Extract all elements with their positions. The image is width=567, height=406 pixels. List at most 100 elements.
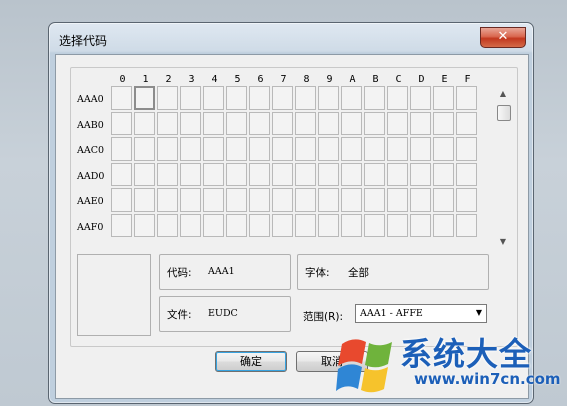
chevron-down-icon[interactable]: ▼ <box>476 308 482 317</box>
grid-cell[interactable] <box>134 162 155 186</box>
grid-cell[interactable] <box>341 111 362 135</box>
grid-cell[interactable] <box>433 188 454 212</box>
grid-cell[interactable] <box>410 111 431 135</box>
grid-cell[interactable] <box>364 162 385 186</box>
grid-cell[interactable] <box>456 111 477 135</box>
grid-cell[interactable] <box>318 111 339 135</box>
grid-cell[interactable] <box>111 213 132 237</box>
grid-cell[interactable] <box>364 188 385 212</box>
grid-cell[interactable] <box>226 162 247 186</box>
grid-cell[interactable] <box>456 137 477 161</box>
grid-cell[interactable] <box>387 137 408 161</box>
grid-cell[interactable] <box>180 86 201 110</box>
grid-cell[interactable] <box>111 86 132 110</box>
scroll-up-icon[interactable]: ▲ <box>495 87 511 101</box>
grid-cell[interactable] <box>272 213 293 237</box>
grid-cell[interactable] <box>295 162 316 186</box>
grid-cell[interactable] <box>203 162 224 186</box>
grid-cell[interactable] <box>249 86 270 110</box>
grid-cell[interactable] <box>203 188 224 212</box>
grid-cell[interactable] <box>226 188 247 212</box>
grid-cell[interactable] <box>203 111 224 135</box>
grid-cell[interactable] <box>157 111 178 135</box>
grid-cell[interactable] <box>387 162 408 186</box>
grid-cell[interactable] <box>157 213 178 237</box>
grid-cell[interactable] <box>203 137 224 161</box>
grid-cell[interactable] <box>157 162 178 186</box>
grid-cell[interactable] <box>249 111 270 135</box>
grid-cell[interactable] <box>387 86 408 110</box>
grid-cell[interactable] <box>249 213 270 237</box>
vertical-scrollbar[interactable]: ▲ ▼ <box>495 87 511 249</box>
grid-cell[interactable] <box>456 86 477 110</box>
grid-cell[interactable] <box>157 137 178 161</box>
grid-cell[interactable] <box>111 162 132 186</box>
grid-cell[interactable] <box>410 162 431 186</box>
grid-cell-selected[interactable] <box>134 86 155 110</box>
grid-cell[interactable] <box>180 137 201 161</box>
grid-cell[interactable] <box>341 213 362 237</box>
grid-cell[interactable] <box>410 86 431 110</box>
grid-cell[interactable] <box>364 111 385 135</box>
grid-cell[interactable] <box>318 188 339 212</box>
grid-cell[interactable] <box>226 111 247 135</box>
grid-cell[interactable] <box>433 213 454 237</box>
grid-cell[interactable] <box>134 188 155 212</box>
grid-cell[interactable] <box>341 137 362 161</box>
grid-cell[interactable] <box>433 111 454 135</box>
grid-cell[interactable] <box>111 188 132 212</box>
close-button[interactable]: ✕ <box>480 27 526 48</box>
grid-cell[interactable] <box>387 188 408 212</box>
grid-cell[interactable] <box>410 137 431 161</box>
grid-cell[interactable] <box>180 111 201 135</box>
grid-cell[interactable] <box>295 111 316 135</box>
grid-cell[interactable] <box>226 213 247 237</box>
grid-cell[interactable] <box>249 188 270 212</box>
grid-cell[interactable] <box>157 86 178 110</box>
grid-cell[interactable] <box>295 86 316 110</box>
grid-cell[interactable] <box>226 86 247 110</box>
grid-cell[interactable] <box>111 111 132 135</box>
grid-cell[interactable] <box>295 213 316 237</box>
grid-cell[interactable] <box>157 188 178 212</box>
grid-cell[interactable] <box>203 213 224 237</box>
grid-cell[interactable] <box>456 213 477 237</box>
grid-cell[interactable] <box>111 137 132 161</box>
grid-cell[interactable] <box>295 188 316 212</box>
grid-cell[interactable] <box>318 162 339 186</box>
grid-cell[interactable] <box>341 86 362 110</box>
grid-cell[interactable] <box>387 111 408 135</box>
grid-cell[interactable] <box>134 111 155 135</box>
grid-cell[interactable] <box>341 162 362 186</box>
grid-cell[interactable] <box>410 213 431 237</box>
grid-cell[interactable] <box>272 188 293 212</box>
grid-cell[interactable] <box>180 162 201 186</box>
grid-cell[interactable] <box>364 86 385 110</box>
grid-cell[interactable] <box>272 111 293 135</box>
grid-cell[interactable] <box>134 213 155 237</box>
grid-cell[interactable] <box>456 188 477 212</box>
grid-cell[interactable] <box>387 213 408 237</box>
grid-cell[interactable] <box>433 86 454 110</box>
grid-cell[interactable] <box>318 213 339 237</box>
grid-cell[interactable] <box>272 137 293 161</box>
grid-cell[interactable] <box>456 162 477 186</box>
range-select[interactable]: AAA1 - AFFE ▼ <box>355 304 487 323</box>
grid-cell[interactable] <box>318 137 339 161</box>
grid-cell[interactable] <box>433 137 454 161</box>
grid-cell[interactable] <box>180 213 201 237</box>
grid-cell[interactable] <box>180 188 201 212</box>
ok-button[interactable]: 确定 <box>215 351 287 372</box>
grid-cell[interactable] <box>203 86 224 110</box>
grid-cell[interactable] <box>410 188 431 212</box>
grid-cell[interactable] <box>226 137 247 161</box>
grid-cell[interactable] <box>272 162 293 186</box>
grid-cell[interactable] <box>364 213 385 237</box>
grid-cell[interactable] <box>364 137 385 161</box>
grid-cell[interactable] <box>341 188 362 212</box>
grid-cell[interactable] <box>272 86 293 110</box>
grid-cell[interactable] <box>134 137 155 161</box>
grid-cell[interactable] <box>433 162 454 186</box>
scroll-down-icon[interactable]: ▼ <box>495 235 511 249</box>
grid-cell[interactable] <box>249 137 270 161</box>
